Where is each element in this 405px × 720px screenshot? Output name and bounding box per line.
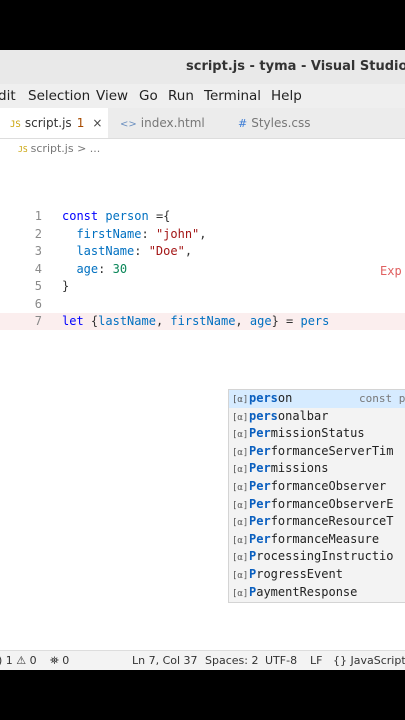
- tab-label: Styles.css: [251, 116, 311, 130]
- title-bar: script.js - tyma - Visual Studio Code: [0, 50, 405, 85]
- suggestion-label: person: [249, 391, 293, 405]
- menu-run[interactable]: Run: [168, 88, 194, 104]
- js-file-icon: JS: [18, 145, 28, 154]
- ports-indicator[interactable]: ⛯ 0: [50, 654, 69, 668]
- line-code: let {lastName, firstName, age} = pers: [62, 314, 330, 328]
- problems-indicator[interactable]: ) 1 ⚠ 0: [0, 654, 37, 667]
- suggestion-item[interactable]: [α]PerformanceMeasure: [229, 531, 405, 549]
- menu-view[interactable]: View: [96, 88, 128, 104]
- menu-go[interactable]: Go: [139, 88, 158, 104]
- variable-icon: [α]: [232, 412, 249, 423]
- line-code: age: 30: [76, 261, 128, 276]
- menu-terminal[interactable]: Terminal: [204, 88, 261, 104]
- tab-label: script.js: [24, 116, 72, 130]
- variable-icon: [α]: [232, 588, 249, 599]
- variable-icon: [α]: [232, 535, 249, 546]
- problem-count-badge: 1: [76, 116, 85, 130]
- tab-bar: JS script.js 1 × <> index.html # Styles.css: [0, 108, 405, 139]
- variable-icon: [α]: [232, 518, 249, 529]
- html-file-icon: <>: [120, 119, 137, 130]
- suggestion-item[interactable]: [α]PerformanceObserver: [229, 478, 405, 496]
- line-number: 1: [34, 209, 42, 223]
- line-code: firstName: "john",: [76, 226, 207, 241]
- window-title: script.js - tyma - Visual Studio Code: [186, 59, 405, 74]
- code-editor[interactable]: 1 const person ={ 2 firstName: "john", 3 la…: [0, 158, 405, 648]
- tab-script-js[interactable]: JS script.js 1 ×: [0, 108, 108, 138]
- variable-icon: [α]: [232, 447, 249, 458]
- eol-setting[interactable]: LF: [310, 654, 322, 667]
- variable-icon: [α]: [232, 500, 249, 511]
- line-number: 4: [34, 261, 42, 276]
- encoding-setting[interactable]: UTF-8: [265, 654, 297, 667]
- suggestion-label: PerformanceServerTim: [249, 443, 394, 458]
- suggestion-item[interactable]: [α]personalbar: [229, 408, 405, 426]
- suggestion-item[interactable]: [α]ProcessingInstructio: [229, 548, 405, 566]
- css-file-icon: #: [238, 117, 248, 130]
- js-file-icon: JS: [10, 120, 21, 130]
- suggestion-label: PaymentResponse: [249, 584, 358, 599]
- tab-index-html[interactable]: <> index.html: [120, 108, 205, 138]
- tab-styles-css[interactable]: # Styles.css: [238, 108, 311, 138]
- suggestion-item[interactable]: [α]PermissionStatus: [229, 425, 405, 443]
- line-number: 3: [34, 244, 42, 258]
- suggestion-detail: const p: [359, 392, 405, 405]
- line-number: 6: [34, 296, 42, 311]
- suggestion-item[interactable]: [α]PerformanceResourceT: [229, 513, 405, 531]
- line-code: lastName: "Doe",: [76, 244, 193, 258]
- menu-bar: dit Selection View Go Run Terminal Help: [0, 84, 405, 108]
- vscode-window: script.js - tyma - Visual Studio Code di…: [0, 50, 405, 670]
- variable-icon: [α]: [232, 571, 249, 581]
- breadcrumb[interactable]: JS script.js > ...: [18, 142, 100, 155]
- tab-label: index.html: [140, 116, 205, 130]
- variable-icon: [α]: [232, 553, 249, 564]
- suggestion-item[interactable]: [α]PaymentResponse: [229, 584, 405, 602]
- suggestion-label: ProcessingInstructio: [249, 549, 394, 564]
- line-number: 5: [34, 279, 42, 293]
- suggestion-label: PerformanceMeasure: [249, 531, 380, 546]
- suggestion-item[interactable]: [α]Permissions: [229, 460, 405, 478]
- menu-selection[interactable]: Selection: [28, 88, 90, 104]
- cursor-position[interactable]: Ln 7, Col 37: [132, 654, 198, 667]
- variable-icon: [α]: [232, 483, 249, 493]
- status-bar: ) 1 ⚠ 0 ⛯ 0 Ln 7, Col 37 Spaces: 2 UTF-8…: [0, 650, 405, 670]
- indentation-setting[interactable]: Spaces: 2: [205, 654, 258, 667]
- variable-icon: [α]: [232, 430, 249, 441]
- suggestion-item[interactable]: [α]ProgressEvent: [229, 566, 405, 584]
- line-code: }: [62, 279, 70, 293]
- suggestion-item[interactable]: [α]PerformanceObserverE: [229, 496, 405, 514]
- code-line[interactable]: 7 let {lastName, firstName, age} = pers: [0, 313, 405, 330]
- menu-help[interactable]: Help: [271, 88, 302, 104]
- suggestion-label: PermissionStatus: [249, 426, 365, 441]
- suggestion-label: PerformanceResourceT: [249, 514, 394, 529]
- error-hint: Exp: [380, 264, 402, 278]
- variable-icon: [α]: [232, 395, 249, 405]
- suggestion-label: Permissions: [249, 461, 329, 476]
- variable-icon: [α]: [232, 465, 249, 476]
- line-number: 2: [34, 226, 42, 241]
- menu-edit[interactable]: dit: [0, 88, 16, 104]
- breadcrumb-path: script.js > ...: [30, 142, 101, 155]
- suggestion-widget: [α]person const p [α]personalbar [α]Permiss…: [228, 389, 405, 603]
- suggestion-label: ProgressEvent: [249, 567, 343, 581]
- suggestion-item[interactable]: [α]person const p: [229, 390, 405, 408]
- suggestion-label: PerformanceObserverE: [249, 496, 394, 511]
- close-tab-icon[interactable]: ×: [92, 116, 102, 130]
- suggestion-label: personalbar: [249, 408, 329, 423]
- line-number: 7: [34, 314, 42, 328]
- suggestion-label: PerformanceObserver: [249, 479, 387, 493]
- line-code: const person ={: [62, 209, 171, 223]
- suggestion-item[interactable]: [α]PerformanceServerTim: [229, 443, 405, 461]
- language-mode[interactable]: {} JavaScript: [333, 654, 405, 667]
